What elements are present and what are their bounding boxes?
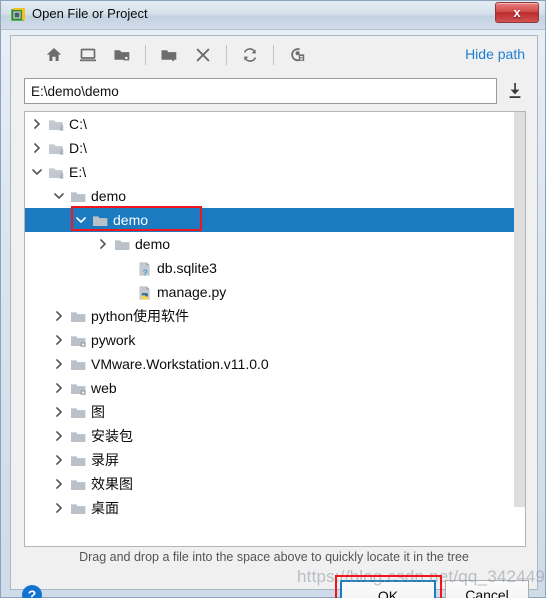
tree-row-label: manage.py (157, 284, 227, 300)
folder-icon (70, 428, 88, 444)
unknown-file-icon: ? (136, 260, 154, 277)
chevron-right-icon[interactable] (51, 496, 67, 520)
tree-row[interactable]: 安装包 (25, 424, 525, 448)
tree-row-label: demo (113, 212, 149, 228)
chevron-right-icon[interactable] (51, 448, 67, 472)
tree-row-label: 桌面 (91, 500, 119, 516)
drive-folder-locked-icon (48, 140, 66, 156)
chevron-right-icon[interactable] (51, 472, 67, 496)
tree-row[interactable]: D:\ (25, 136, 525, 160)
chevron-right-icon[interactable] (95, 232, 111, 256)
chevron-right-icon[interactable] (29, 112, 45, 136)
tree-row-label: demo (91, 188, 127, 204)
tree-row-label: 安装包 (91, 428, 133, 444)
tree-row-label: D:\ (69, 140, 87, 156)
tree-row[interactable]: demo (25, 232, 525, 256)
tree-row-label: db.sqlite3 (157, 260, 217, 276)
folder-icon (70, 308, 88, 324)
tree-row-label: python使用软件 (91, 308, 190, 324)
module-folder-icon (70, 332, 88, 348)
hide-path-link[interactable]: Hide path (465, 46, 525, 62)
tree-row[interactable]: pywork (25, 328, 525, 352)
show-hidden-icon[interactable] (282, 41, 312, 69)
file-tree[interactable]: C:\ D:\ E:\ demo demo demo? db.sqlite3 manage.p… (24, 111, 526, 547)
toolbar-separator-2 (226, 45, 227, 65)
svg-text:?: ? (143, 267, 148, 277)
chevron-right-icon[interactable] (29, 136, 45, 160)
chevron-right-icon[interactable] (51, 376, 67, 400)
drive-folder-locked-icon (48, 116, 66, 132)
folder-icon (70, 452, 88, 468)
chevron-down-icon[interactable] (29, 160, 45, 184)
window-title: Open File or Project (32, 6, 148, 21)
home-icon[interactable] (39, 41, 69, 69)
close-button[interactable]: x (495, 2, 539, 23)
ok-button[interactable]: OK (340, 580, 436, 598)
help-button[interactable]: ? (21, 584, 43, 598)
folder-icon (70, 476, 88, 492)
chevron-down-icon[interactable] (51, 184, 67, 208)
tree-scrollbar-thumb[interactable] (514, 112, 525, 507)
tree-row[interactable]: E:\ (25, 160, 525, 184)
tree-row-label: pywork (91, 332, 136, 348)
new-folder-icon[interactable] (154, 41, 184, 69)
cancel-button[interactable]: Cancel (445, 580, 529, 598)
desktop-icon[interactable] (73, 41, 103, 69)
refresh-icon[interactable] (235, 41, 265, 69)
drag-drop-hint: Drag and drop a file into the space abov… (79, 550, 469, 564)
chevron-right-icon[interactable] (51, 424, 67, 448)
folder-icon (70, 404, 88, 420)
tree-scrollbar-track[interactable] (514, 112, 525, 546)
tree-row-label: 录屏 (91, 452, 119, 468)
chevron-right-icon[interactable] (51, 400, 67, 424)
chevron-right-icon[interactable] (51, 304, 67, 328)
tree-row[interactable]: 图 (25, 400, 525, 424)
tree-row[interactable]: 桌面 (25, 496, 525, 520)
tree-row[interactable]: VMware.Workstation.v11.0.0 (25, 352, 525, 376)
chevron-right-icon[interactable] (51, 328, 67, 352)
toolbar: Hide path (11, 36, 537, 74)
folder-icon (70, 188, 88, 204)
tree-row[interactable]: 录屏 (25, 448, 525, 472)
title-bar: Open File or Project x (1, 1, 545, 30)
folder-icon (92, 212, 110, 228)
tree-row-label: 图 (91, 404, 105, 420)
download-arrow-icon[interactable] (504, 81, 526, 101)
delete-icon[interactable] (188, 41, 218, 69)
tree-row-label: E:\ (69, 164, 87, 180)
python-file-icon (136, 284, 154, 300)
tree-row-label: web (91, 380, 117, 396)
tree-row[interactable]: 效果图 (25, 472, 525, 496)
tree-row[interactable]: demo (25, 208, 525, 232)
toolbar-separator-1 (145, 45, 146, 65)
path-input[interactable] (24, 78, 497, 104)
module-folder-icon (70, 380, 88, 396)
app-icon (10, 7, 26, 23)
tree-row-label: demo (135, 236, 171, 252)
screenshot-root: Open File or Project x Hide path E:\demo… (0, 0, 546, 598)
toolbar-separator-3 (273, 45, 274, 65)
tree-row[interactable]: C:\ (25, 112, 525, 136)
tree-row[interactable]: demo (25, 184, 525, 208)
folder-icon (70, 500, 88, 516)
open-file-dialog-window: Open File or Project x Hide path E:\demo… (0, 0, 546, 598)
tree-row[interactable]: ? db.sqlite3 (25, 256, 525, 280)
chevron-down-icon[interactable] (73, 208, 89, 232)
close-icon: x (513, 5, 521, 20)
project-folder-icon[interactable] (107, 41, 137, 69)
tree-row-label: VMware.Workstation.v11.0.0 (91, 356, 269, 372)
tree-row[interactable]: python使用软件 (25, 304, 525, 328)
folder-icon (70, 356, 88, 372)
dialog-body: Hide path C:\D:\E:\demodemodemo?db.sqlit… (10, 35, 538, 598)
folder-icon (114, 236, 132, 252)
svg-text:?: ? (28, 587, 37, 598)
file-tree-rows: C:\ D:\ E:\ demo demo demo? db.sqlite3 manage.p… (25, 112, 525, 546)
tree-row[interactable]: web (25, 376, 525, 400)
tree-row-label: 效果图 (91, 476, 133, 492)
path-row (24, 78, 526, 104)
tree-row-label: C:\ (69, 116, 87, 132)
drive-folder-locked-icon (48, 164, 66, 180)
tree-row[interactable]: manage.py (25, 280, 525, 304)
chevron-right-icon[interactable] (51, 352, 67, 376)
